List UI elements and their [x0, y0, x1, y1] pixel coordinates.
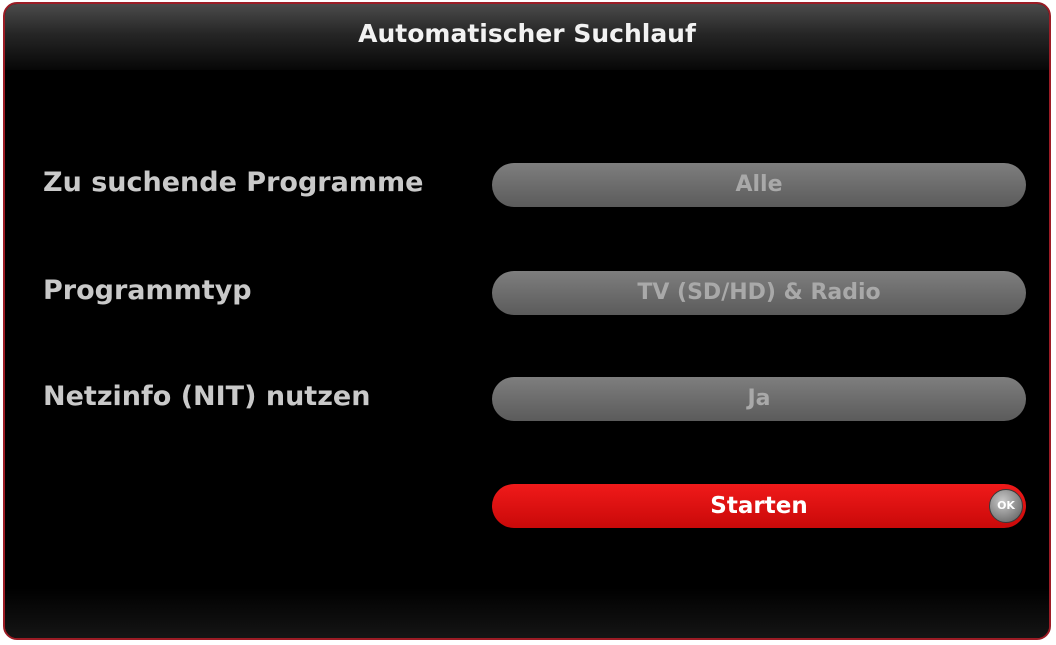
- dialog-footer: [5, 588, 1049, 638]
- program-type-select[interactable]: TV (SD/HD) & Radio: [492, 271, 1026, 315]
- setting-label-nit: Netzinfo (NIT) nutzen: [43, 381, 371, 412]
- setting-label-program-type: Programmtyp: [43, 275, 252, 306]
- scan-dialog: Automatischer Suchlauf Zu suchende Progr…: [3, 2, 1051, 640]
- start-button[interactable]: Starten OK: [492, 484, 1026, 528]
- start-button-label: Starten: [710, 493, 808, 519]
- nit-select[interactable]: Ja: [492, 377, 1026, 421]
- ok-icon: OK: [989, 489, 1023, 523]
- programs-select[interactable]: Alle: [492, 163, 1026, 207]
- setting-label-programs: Zu suchende Programme: [43, 167, 424, 198]
- dialog-title: Automatischer Suchlauf: [5, 4, 1049, 70]
